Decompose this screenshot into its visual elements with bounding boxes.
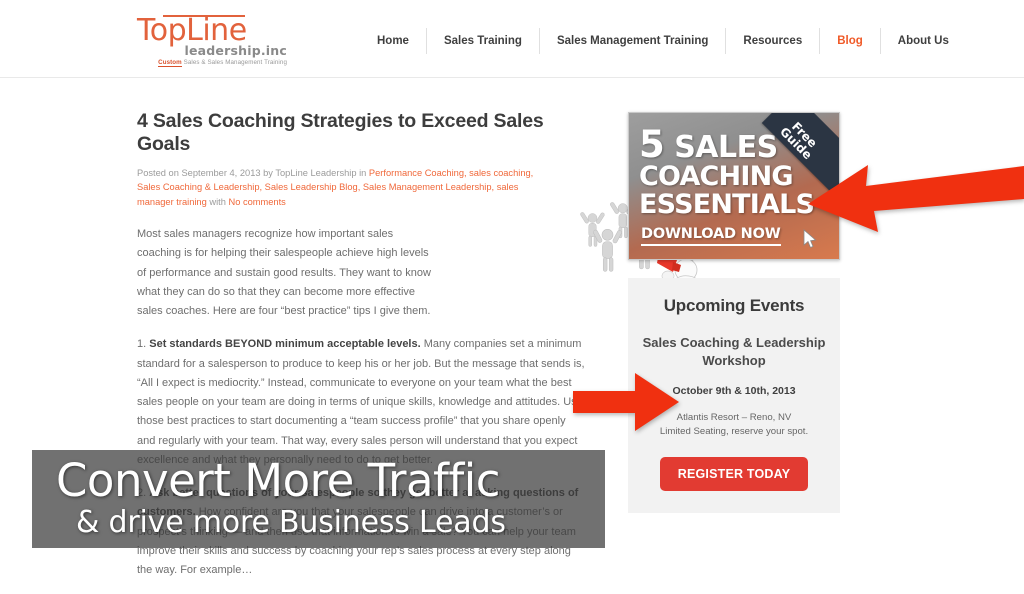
nav-item-resources[interactable]: Resources <box>726 28 821 54</box>
nav-item-home[interactable]: Home <box>360 28 427 54</box>
promo-number: 5 <box>639 123 665 166</box>
promo-line-2: COACHING <box>639 161 794 193</box>
register-today-button[interactable]: REGISTER TODAY <box>659 456 809 491</box>
red-arrow-pointing-to-events-box <box>573 373 679 431</box>
post-meta-prefix: Posted on September 4, 2013 by TopLine L… <box>137 167 369 178</box>
promo-line-3: ESSENTIALS <box>639 189 815 221</box>
site-logo[interactable]: TopLine leadership.inc Custom Sales & Sa… <box>137 12 287 67</box>
post-heading-1: Set standards BEYOND minimum acceptable … <box>149 338 421 351</box>
promo-word-sales: SALES <box>674 130 778 165</box>
post-list-number-1: 1. <box>137 338 150 351</box>
nav-item-blog[interactable]: Blog <box>820 28 881 54</box>
post-meta-comments-link[interactable]: No comments <box>228 197 285 207</box>
red-arrow-pointing-to-promo-banner <box>808 165 1024 232</box>
post-paragraph-1: Most sales managers recognize how import… <box>137 228 431 317</box>
webpage-screenshot: TopLine leadership.inc Custom Sales & Sa… <box>0 0 1024 576</box>
events-title: Upcoming Events <box>663 296 805 315</box>
post-paragraph-2-text: Many companies set a minimum standard fo… <box>137 338 585 466</box>
nav-item-sales-training[interactable]: Sales Training <box>427 28 540 54</box>
site-header: TopLine leadership.inc Custom Sales & Sa… <box>0 0 1024 78</box>
nav-item-about-us[interactable]: About Us <box>881 28 966 54</box>
overlay-subheadline: & drive more Business Leads <box>76 505 506 540</box>
events-workshop-name: Sales Coaching & Leadership Workshop <box>642 335 826 368</box>
overlay-caption-banner: Convert More Traffic & drive more Busine… <box>32 450 605 548</box>
logo-tagline-accent: Custom <box>158 59 182 67</box>
nav-item-sales-management-training[interactable]: Sales Management Training <box>540 28 727 54</box>
main-navigation: Home Sales Training Sales Management Tra… <box>360 28 966 54</box>
logo-wordmark-topline: TopLine <box>137 13 247 48</box>
overlay-headline: Convert More Traffic <box>56 454 500 507</box>
promo-download-now-cta[interactable]: DOWNLOAD NOW <box>641 226 781 246</box>
post-meta-with: with <box>206 196 229 207</box>
page-title: 4 Sales Coaching Strategies to Exceed Sa… <box>137 110 544 156</box>
post-meta: Posted on September 4, 2013 by TopLine L… <box>137 166 557 209</box>
logo-tagline-rest: Sales & Sales Management Training <box>181 59 287 66</box>
logo-tagline: Custom Sales & Sales Management Training <box>137 59 287 67</box>
